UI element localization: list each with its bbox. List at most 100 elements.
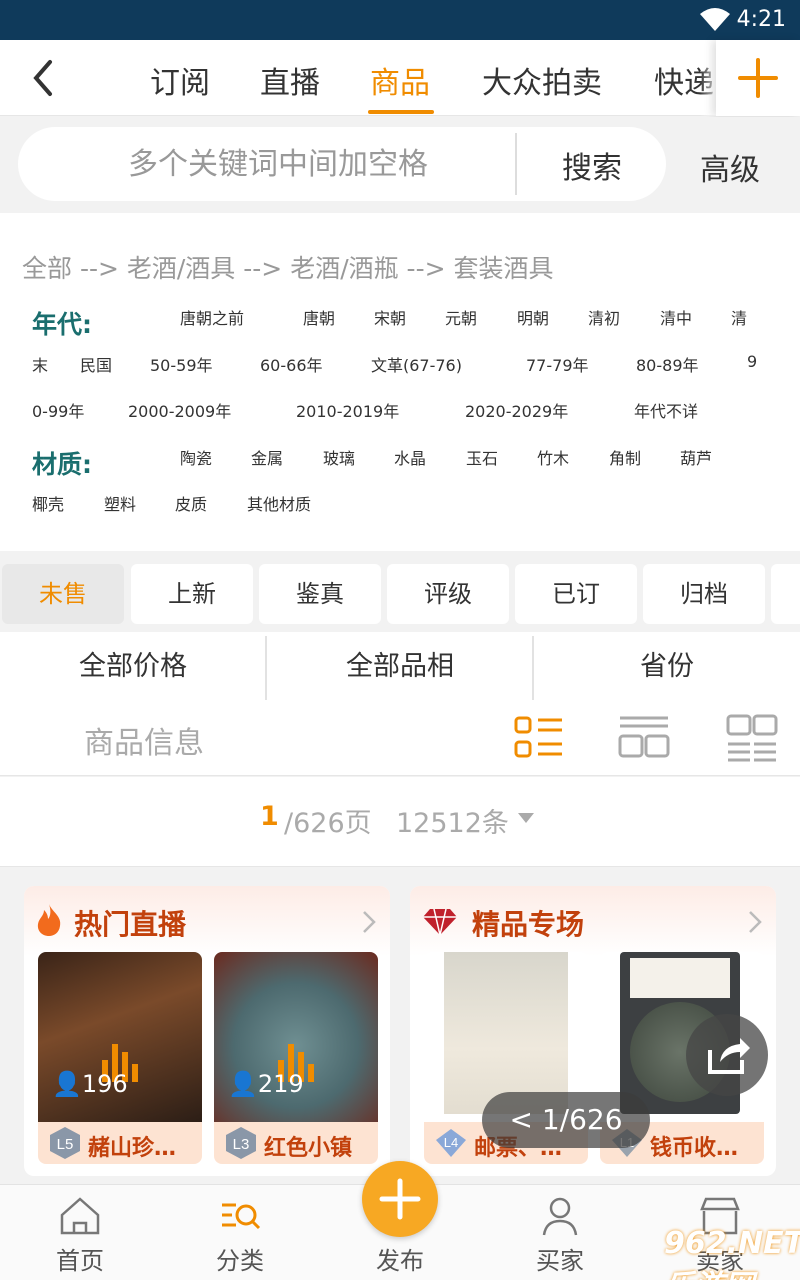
chip-graded[interactable]: 评级: [387, 564, 509, 624]
premium-title[interactable]: 精品专场: [472, 903, 584, 943]
plus-icon: [379, 1178, 421, 1220]
svg-text:L5: L5: [57, 1136, 74, 1153]
search-input[interactable]: [48, 139, 508, 189]
material-item[interactable]: 葫芦: [680, 445, 712, 469]
era-item[interactable]: 9: [747, 352, 757, 371]
chip-archived[interactable]: 归档: [643, 564, 765, 624]
chevron-right-icon[interactable]: [362, 910, 376, 934]
live-room-item[interactable]: 👤219 L3 红色小镇: [214, 952, 378, 1164]
chip-new[interactable]: 上新: [131, 564, 253, 624]
chevron-right-icon[interactable]: [748, 910, 762, 934]
era-item[interactable]: 年代不详: [634, 398, 698, 422]
era-item[interactable]: 民国: [80, 352, 112, 376]
grid-view-icon[interactable]: [726, 714, 778, 762]
chip-more[interactable]: [771, 564, 800, 624]
material-item[interactable]: 椰壳: [32, 491, 64, 515]
add-channel-button[interactable]: [716, 40, 800, 116]
price-filter-dropdown[interactable]: 全部价格: [0, 632, 266, 702]
svg-text:L4: L4: [444, 1135, 458, 1150]
material-item[interactable]: 玉石: [466, 445, 498, 469]
advanced-search-button[interactable]: 高级: [700, 145, 760, 189]
material-item[interactable]: 水晶: [394, 445, 426, 469]
tab-live[interactable]: 直播: [260, 58, 320, 102]
material-item[interactable]: 皮质: [175, 491, 207, 515]
plus-icon: [738, 58, 778, 98]
era-item[interactable]: 0-99年: [32, 398, 84, 422]
page-dropdown-icon[interactable]: [518, 813, 534, 825]
search-box: 搜索: [18, 127, 666, 201]
material-item[interactable]: 陶瓷: [180, 445, 212, 469]
era-item[interactable]: 2000-2009年: [128, 398, 231, 422]
promo-section: 热门直播 👤196 L5 赭山珍… 👤219 L3 红色小镇 精品专场 L4 邮…: [0, 868, 800, 1184]
material-item[interactable]: 角制: [609, 445, 641, 469]
watermark-logo: 962.NET 乐游网: [664, 1226, 800, 1280]
live-room-name: 赭山珍…: [88, 1136, 177, 1161]
material-item[interactable]: 竹木: [537, 445, 569, 469]
card-view-icon[interactable]: [618, 714, 670, 762]
material-item[interactable]: 金属: [251, 445, 283, 469]
hot-live-title[interactable]: 热门直播: [74, 903, 186, 943]
chip-ordered[interactable]: 已订: [515, 564, 637, 624]
category-icon: [222, 1203, 261, 1230]
level-badge-icon: L4: [436, 1129, 466, 1157]
nav-buyer[interactable]: 买家: [480, 1185, 640, 1280]
material-item[interactable]: 玻璃: [323, 445, 355, 469]
search-button[interactable]: 搜索: [528, 143, 656, 187]
search-row: 搜索 高级: [0, 117, 800, 213]
material-item[interactable]: 塑料: [104, 491, 136, 515]
condition-filter-dropdown[interactable]: 全部品相: [267, 632, 533, 702]
list-view-icon[interactable]: [514, 714, 566, 762]
nav-home[interactable]: 首页: [0, 1185, 160, 1280]
era-item[interactable]: 60-66年: [260, 352, 323, 376]
nav-category[interactable]: 分类: [160, 1185, 320, 1280]
era-item[interactable]: 唐朝之前: [180, 305, 244, 329]
level-badge-icon: L5: [50, 1127, 80, 1159]
share-icon: [708, 1038, 750, 1074]
back-icon[interactable]: [26, 58, 62, 98]
era-item[interactable]: 77-79年: [526, 352, 589, 376]
status-bar: 4:21: [0, 0, 800, 40]
era-item[interactable]: 唐朝: [303, 305, 335, 329]
home-icon: [60, 1197, 100, 1235]
tab-goods[interactable]: 商品: [370, 58, 430, 102]
floating-page-indicator[interactable]: < 1/626: [482, 1092, 650, 1148]
user-icon: 👤: [52, 1070, 82, 1098]
filter-panel: 全部 --> 老酒/酒具 --> 老酒/酒瓶 --> 套装酒具 年代: 唐朝之前…: [0, 213, 800, 551]
current-page: 1: [260, 801, 279, 832]
publish-button[interactable]: [362, 1161, 438, 1237]
wifi-icon: [700, 8, 730, 31]
goods-info-label[interactable]: 商品信息: [84, 718, 204, 762]
svg-text:L3: L3: [233, 1136, 250, 1153]
province-filter-dropdown[interactable]: 省份: [534, 632, 800, 702]
era-item[interactable]: 50-59年: [150, 352, 213, 376]
buyer-icon: [542, 1197, 578, 1236]
era-item[interactable]: 2020-2029年: [465, 398, 568, 422]
era-item[interactable]: 宋朝: [374, 305, 406, 329]
era-item[interactable]: 2010-2019年: [296, 398, 399, 422]
hot-live-card: 热门直播 👤196 L5 赭山珍… 👤219 L3 红色小镇: [24, 886, 390, 1176]
user-icon: 👤: [228, 1070, 258, 1098]
status-chip-row: 未售 上新 鉴真 评级 已订 归档: [0, 560, 800, 632]
era-item[interactable]: 清初: [588, 305, 620, 329]
era-item[interactable]: 清中: [660, 305, 692, 329]
era-item[interactable]: 文革(67-76): [371, 352, 462, 376]
live-room-item[interactable]: 👤196 L5 赭山珍…: [38, 952, 202, 1164]
share-button[interactable]: [686, 1014, 768, 1096]
era-item[interactable]: 80-89年: [636, 352, 699, 376]
viewer-count: 196: [81, 1070, 128, 1098]
material-item[interactable]: 其他材质: [247, 491, 311, 515]
era-item[interactable]: 元朝: [445, 305, 477, 329]
live-room-name: 红色小镇: [264, 1136, 353, 1161]
level-badge-icon: L3: [226, 1127, 256, 1159]
era-item[interactable]: 清: [731, 305, 747, 329]
era-item[interactable]: 末: [32, 352, 48, 376]
top-nav: 订阅 直播 商品 大众拍卖 快递: [0, 40, 800, 116]
chip-authentic[interactable]: 鉴真: [259, 564, 381, 624]
view-mode-row: 商品信息: [0, 702, 800, 776]
era-item[interactable]: 明朝: [517, 305, 549, 329]
tab-public-auction[interactable]: 大众拍卖: [482, 58, 602, 102]
tab-subscribe[interactable]: 订阅: [150, 58, 210, 102]
material-label: 材质:: [32, 450, 92, 479]
chip-unsold[interactable]: 未售: [2, 564, 124, 624]
breadcrumb[interactable]: 全部 --> 老酒/酒具 --> 老酒/酒瓶 --> 套装酒具: [22, 249, 554, 285]
